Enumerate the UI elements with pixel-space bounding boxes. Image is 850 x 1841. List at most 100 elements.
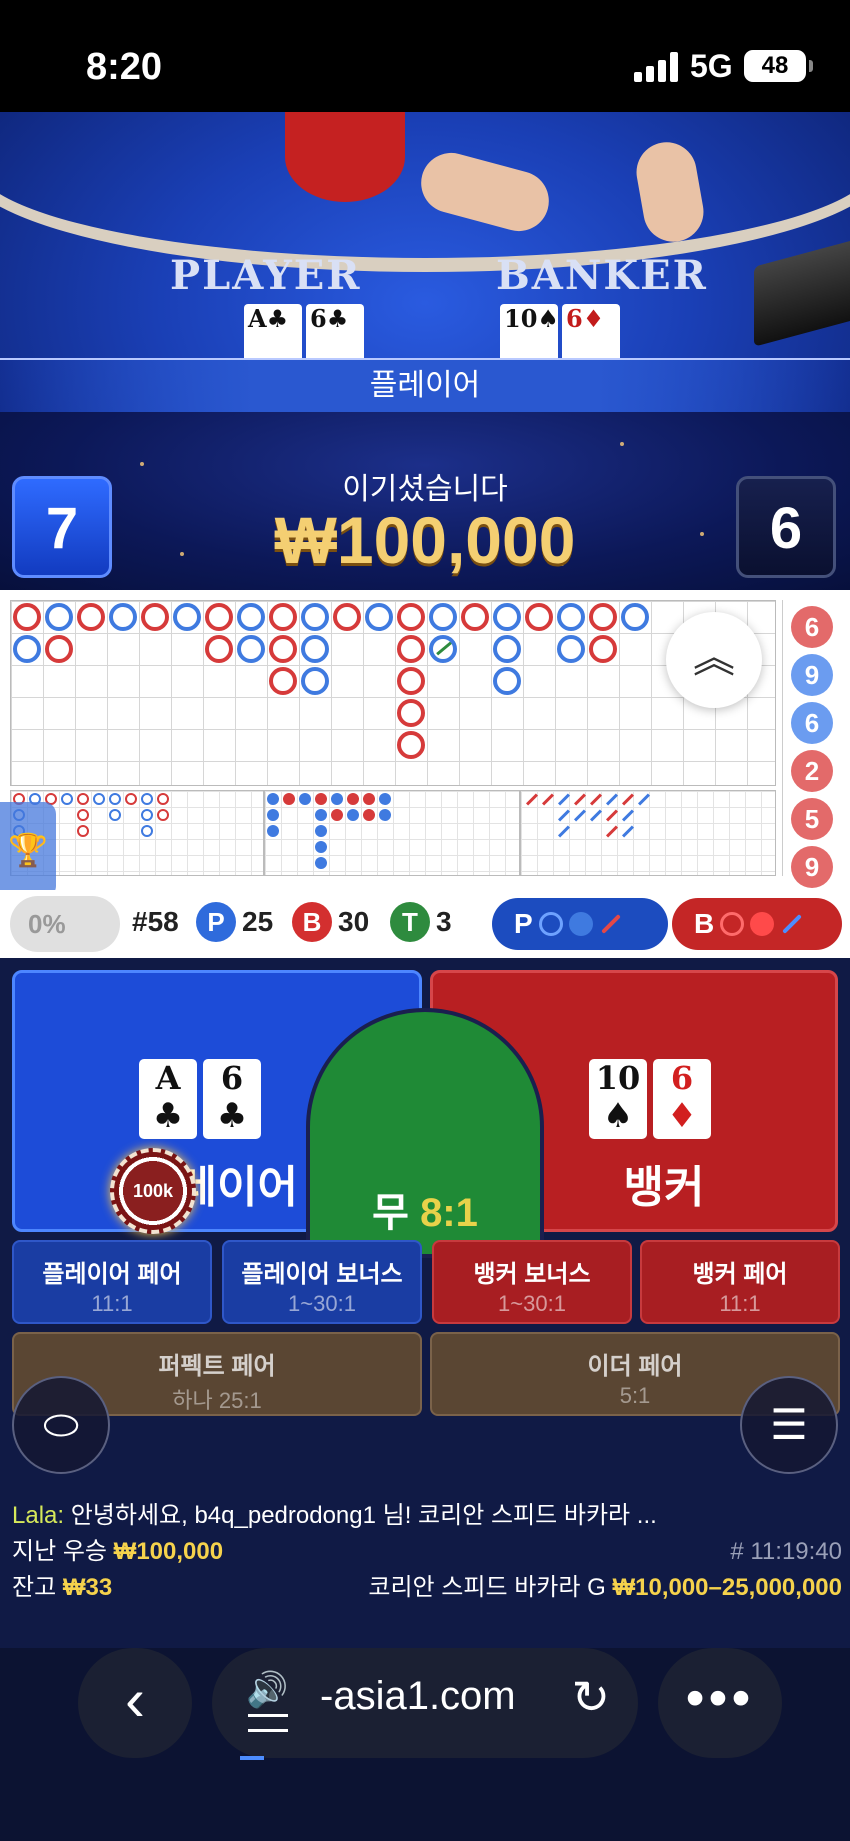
back-arrow-icon[interactable]: ‹ bbox=[78, 1648, 192, 1758]
double-chevron-up-icon[interactable]: ︽ bbox=[666, 612, 762, 708]
address-bar[interactable]: 🔊 -asia1.com ↻ bbox=[212, 1648, 638, 1758]
trophy-icon[interactable]: 🏆 bbox=[0, 802, 56, 898]
road-marker bbox=[93, 793, 105, 805]
side-number: 6 bbox=[791, 606, 833, 648]
big-road bbox=[10, 600, 776, 786]
road-marker bbox=[363, 793, 375, 805]
small-road bbox=[264, 790, 520, 876]
chip-100k[interactable]: 100k bbox=[110, 1148, 196, 1234]
reload-icon[interactable]: ↻ bbox=[571, 1670, 610, 1724]
road-marker bbox=[605, 825, 619, 838]
road-marker bbox=[363, 809, 375, 821]
road-marker bbox=[45, 635, 73, 663]
road-marker bbox=[557, 635, 585, 663]
player-bonus-bet[interactable]: 플레이어 보너스 1~30:1 bbox=[222, 1240, 422, 1324]
road-marker bbox=[269, 667, 297, 695]
road-marker bbox=[315, 841, 327, 853]
player-pair-bet[interactable]: 플레이어 페어 11:1 bbox=[12, 1240, 212, 1324]
road-marker bbox=[77, 793, 89, 805]
road-marker bbox=[315, 825, 327, 837]
signal-icon bbox=[634, 52, 680, 82]
speaker-icon[interactable]: 🔊 bbox=[246, 1670, 288, 1710]
video-banker-label: BANKER bbox=[496, 252, 708, 299]
player-ask-button[interactable]: P bbox=[492, 898, 668, 950]
banker-pair-bet[interactable]: 뱅커 페어 11:1 bbox=[640, 1240, 840, 1324]
percentage-toggle[interactable]: 0% bbox=[10, 896, 120, 952]
road-marker bbox=[301, 635, 329, 663]
reader-icon[interactable] bbox=[248, 1714, 288, 1732]
video-card: 10♠ bbox=[500, 304, 559, 360]
road-marker bbox=[13, 603, 41, 631]
game-id: # 11:19:40 bbox=[730, 1538, 842, 1565]
road-marker bbox=[525, 603, 553, 631]
road-marker bbox=[77, 809, 89, 821]
road-marker bbox=[109, 793, 121, 805]
url-text: -asia1.com bbox=[320, 1674, 516, 1718]
roadmap-panel[interactable]: 6 9 6 2 5 9 ︽ 🏆 bbox=[0, 590, 850, 898]
road-marker bbox=[157, 793, 169, 805]
betting-area: A ♣ 6 ♣ 플레이어 10 ♠ 6 ♦ 뱅커 무 8:1 100k 플레이어 페어 1… bbox=[0, 958, 850, 1648]
stats-row: 0% #58 P 25 B 30 T3 P B bbox=[0, 890, 850, 958]
road-marker bbox=[77, 603, 105, 631]
chat-toggle-icon[interactable]: ⬭ bbox=[12, 1376, 110, 1474]
more-icon[interactable]: ••• bbox=[658, 1648, 782, 1758]
road-marker bbox=[573, 793, 587, 806]
side-number: 5 bbox=[791, 798, 833, 840]
road-marker bbox=[621, 809, 635, 822]
network-label: 5G bbox=[690, 48, 733, 84]
road-marker bbox=[493, 635, 521, 663]
road-marker bbox=[525, 793, 539, 806]
card-shoe bbox=[754, 237, 850, 347]
chat-message: Lala: 안녕하세요, b4q_pedrodong1 님! 코리안 스피드 바… bbox=[12, 1502, 657, 1529]
playing-card: 6 ♣ bbox=[203, 1059, 261, 1139]
road-marker bbox=[267, 825, 279, 837]
last-win-row: 지난 우승 ₩100,000 # 11:19:40 bbox=[12, 1534, 842, 1570]
road-marker bbox=[141, 603, 169, 631]
playing-card: 10 ♠ bbox=[589, 1059, 647, 1139]
road-marker bbox=[269, 635, 297, 663]
road-marker bbox=[61, 793, 73, 805]
road-marker bbox=[589, 603, 617, 631]
road-marker bbox=[315, 793, 327, 805]
menu-icon[interactable]: ☰ bbox=[740, 1376, 838, 1474]
road-marker bbox=[301, 667, 329, 695]
road-marker bbox=[589, 635, 617, 663]
side-number: 9 bbox=[791, 846, 833, 888]
banker-count: B 30 bbox=[292, 902, 369, 942]
road-marker bbox=[77, 825, 89, 837]
road-marker bbox=[557, 793, 571, 806]
tie-count: T3 bbox=[390, 902, 452, 942]
video-card: 6♦ bbox=[562, 304, 620, 360]
player-score: 7 bbox=[12, 476, 112, 578]
road-marker bbox=[315, 809, 327, 821]
video-card: A♣ bbox=[244, 304, 302, 360]
loading-indicator bbox=[240, 1756, 264, 1760]
road-marker bbox=[557, 825, 571, 838]
banker-bonus-bet[interactable]: 뱅커 보너스 1~30:1 bbox=[432, 1240, 632, 1324]
road-marker bbox=[461, 603, 489, 631]
road-marker bbox=[557, 809, 571, 822]
banker-ask-button[interactable]: B bbox=[672, 898, 842, 950]
side-number: 6 bbox=[791, 702, 833, 744]
road-marker bbox=[109, 603, 137, 631]
road-marker bbox=[557, 603, 585, 631]
road-marker bbox=[267, 793, 279, 805]
tie-bet-zone[interactable]: 무 8:1 bbox=[306, 1008, 544, 1258]
road-marker bbox=[379, 793, 391, 805]
road-marker bbox=[299, 793, 311, 805]
road-marker bbox=[493, 667, 521, 695]
road-marker bbox=[109, 809, 121, 821]
road-marker bbox=[347, 793, 359, 805]
video-player-cards: A♣ 6♣ bbox=[244, 304, 364, 360]
road-marker bbox=[125, 793, 137, 805]
road-marker bbox=[589, 793, 603, 806]
cockroach-road bbox=[520, 790, 776, 876]
road-marker bbox=[621, 825, 635, 838]
banker-score: 6 bbox=[736, 476, 836, 578]
road-marker bbox=[13, 635, 41, 663]
road-marker bbox=[605, 793, 619, 806]
road-marker bbox=[365, 603, 393, 631]
road-marker bbox=[589, 809, 603, 822]
road-marker bbox=[237, 635, 265, 663]
road-marker bbox=[429, 603, 457, 631]
